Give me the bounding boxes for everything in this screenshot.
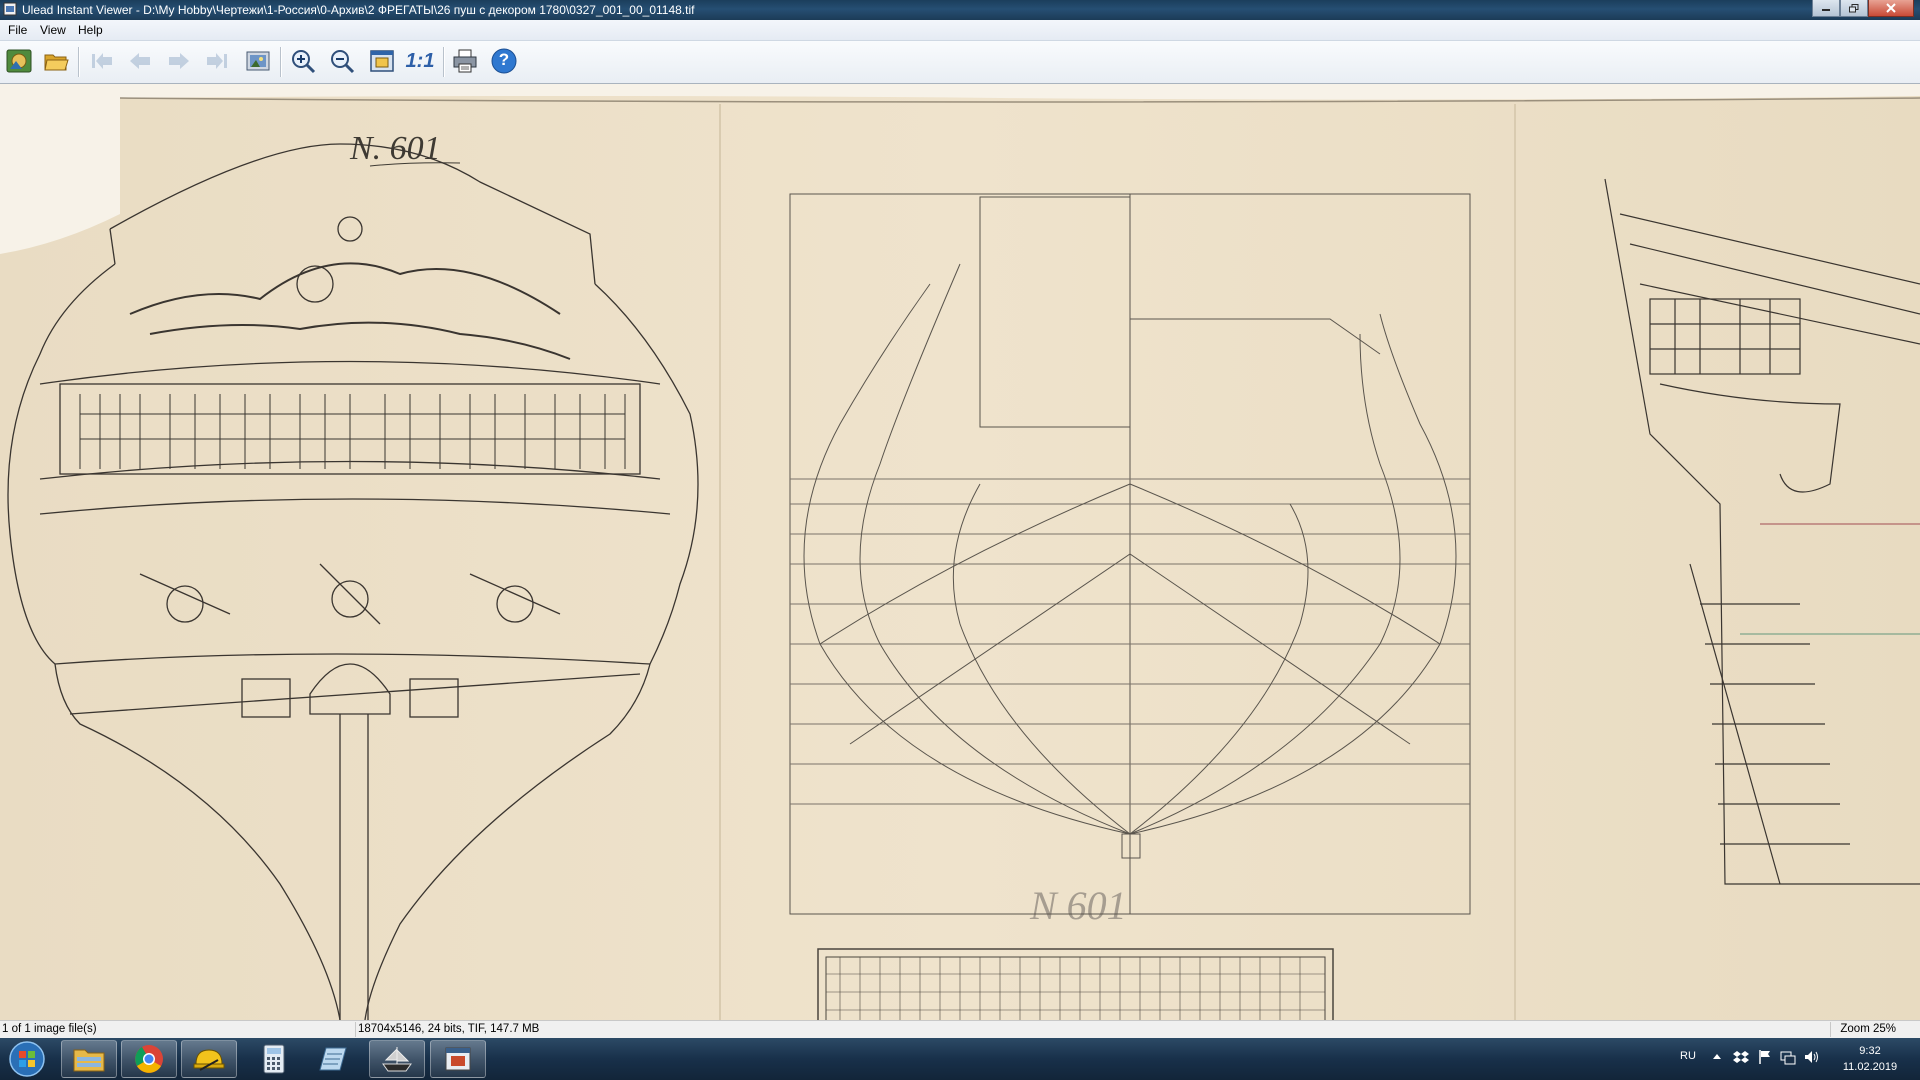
minimize-icon (1822, 9, 1830, 11)
volume-icon[interactable] (1804, 1050, 1820, 1064)
status-zoom: Zoom 25% (1840, 1023, 1896, 1035)
language-indicator[interactable]: RU (1680, 1050, 1696, 1062)
next-image-button[interactable] (163, 45, 195, 77)
previous-image-icon (130, 53, 150, 69)
notes-button[interactable] (306, 1040, 362, 1078)
fit-to-window-button[interactable] (366, 45, 398, 77)
restore-icon (1849, 3, 1859, 12)
menu-bar: File View Help (0, 20, 1920, 41)
calculator-button[interactable] (246, 1040, 302, 1078)
help-label: ? (498, 50, 510, 69)
zoom-in-button[interactable] (287, 45, 319, 77)
folder-icon (73, 1049, 105, 1072)
viewer-button[interactable] (430, 1040, 486, 1078)
action-center-flag-icon[interactable] (1758, 1049, 1772, 1065)
ship-app-button[interactable] (369, 1040, 425, 1078)
previous-image-button[interactable] (124, 45, 156, 77)
taskbar: RU 9:32 11.02.2019 (0, 1038, 1920, 1080)
status-bar: 1 of 1 image file(s) 18704x5146, 24 bits… (0, 1020, 1920, 1039)
menu-help[interactable]: Help (78, 23, 103, 37)
browse-icon (6, 49, 32, 73)
app-icon (3, 2, 17, 16)
clock-date[interactable]: 11.02.2019 (1833, 1061, 1907, 1073)
status-image-count: 1 of 1 image file(s) (2, 1023, 97, 1035)
menu-view[interactable]: View (40, 23, 66, 37)
last-image-icon (207, 53, 227, 69)
close-icon (1886, 3, 1896, 13)
actual-size-button[interactable]: 1:1 (404, 45, 436, 77)
zoom-out-icon (331, 50, 355, 74)
slideshow-icon (246, 51, 270, 71)
clock-time[interactable]: 9:32 (1840, 1045, 1900, 1057)
image-viewport[interactable]: N. 601 N 601 (0, 84, 1920, 1020)
network-icon[interactable] (1780, 1049, 1796, 1065)
app-button[interactable] (181, 1040, 237, 1078)
chrome-icon (135, 1045, 163, 1073)
slideshow-button[interactable] (242, 45, 274, 77)
fit-to-window-icon (370, 50, 394, 72)
start-button[interactable] (0, 1040, 54, 1078)
browse-button[interactable] (3, 45, 35, 77)
explorer-button[interactable] (61, 1040, 117, 1078)
hardhat-icon (193, 1049, 225, 1071)
show-hidden-icons-icon[interactable] (1712, 1052, 1722, 1062)
close-button[interactable] (1868, 0, 1914, 17)
window-title: Ulead Instant Viewer - D:\My Hobby\Черте… (22, 3, 695, 17)
first-image-button[interactable] (86, 45, 118, 77)
open-folder-icon (44, 54, 69, 71)
maximize-button[interactable] (1840, 0, 1868, 17)
ship-drawing-image: N. 601 N 601 (0, 84, 1920, 1020)
calculator-icon (263, 1044, 285, 1074)
zoom-out-button[interactable] (326, 45, 358, 77)
ship-icon (382, 1047, 412, 1072)
print-button[interactable] (449, 45, 481, 77)
notes-icon (319, 1047, 347, 1071)
help-button[interactable]: ? (488, 45, 520, 77)
last-image-button[interactable] (201, 45, 233, 77)
next-image-icon (169, 53, 189, 69)
windows-orb-icon (9, 1041, 45, 1077)
menu-file[interactable]: File (8, 23, 27, 37)
viewer-icon (445, 1047, 471, 1071)
chrome-button[interactable] (121, 1040, 177, 1078)
actual-size-icon: 1:1 (405, 49, 435, 72)
zoom-in-icon (292, 50, 316, 74)
status-image-info: 18704x5146, 24 bits, TIF, 147.7 MB (358, 1023, 540, 1035)
open-button[interactable] (40, 45, 72, 77)
first-image-icon (92, 53, 112, 69)
drawing-number-bottom: N 601 (1029, 883, 1127, 928)
title-bar: Ulead Instant Viewer - D:\My Hobby\Черте… (0, 0, 1920, 20)
toolbar: 1:1 ? (0, 41, 1920, 84)
dropbox-icon[interactable] (1733, 1050, 1749, 1064)
print-icon (453, 49, 477, 73)
minimize-button[interactable] (1812, 0, 1840, 17)
